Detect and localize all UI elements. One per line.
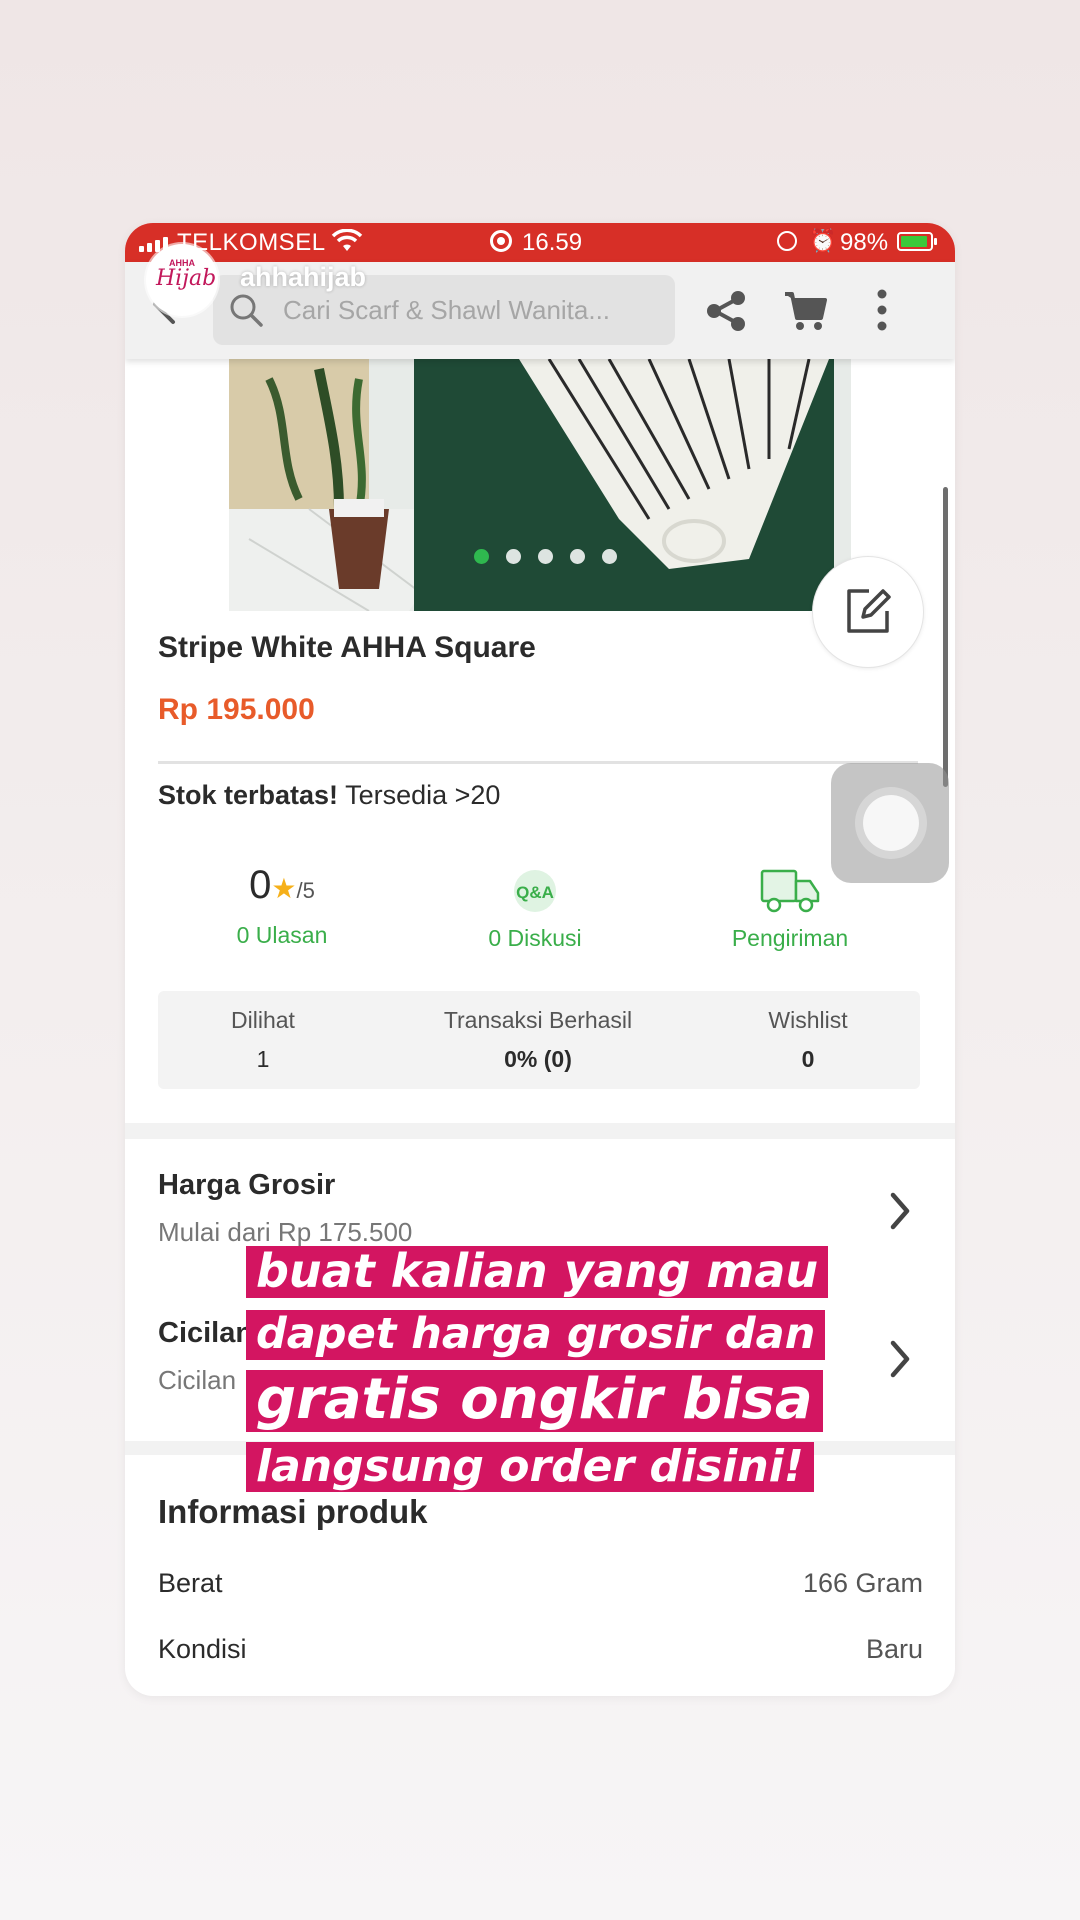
brand-logo: AHHA Hijab xyxy=(156,258,217,291)
reviews-link[interactable]: 0 Ulasan xyxy=(207,922,357,949)
caption-line: dapet harga grosir dan xyxy=(246,1310,826,1360)
story-username[interactable]: ahhahijab xyxy=(240,262,366,293)
rotation-lock-icon xyxy=(777,231,797,251)
search-icon xyxy=(230,294,263,327)
viewed-label: Dilihat xyxy=(231,1007,295,1033)
rating-scale: /5 xyxy=(296,878,315,903)
discussion-summary[interactable]: Q&A 0 Diskusi xyxy=(455,863,615,952)
caption-line: gratis ongkir bisa xyxy=(246,1370,823,1432)
truck-icon xyxy=(760,869,820,913)
info-row-weight: Berat 166 Gram xyxy=(158,1568,923,1599)
caption-line: langsung order disini! xyxy=(246,1442,814,1492)
carousel-dot[interactable] xyxy=(538,549,553,564)
transactions-value: 0% (0) xyxy=(504,1046,572,1072)
carousel-dot[interactable] xyxy=(602,549,617,564)
status-time: 16.59 xyxy=(522,229,583,256)
product-price: Rp 195.000 xyxy=(158,693,315,726)
image-carousel-dots xyxy=(474,549,617,564)
assistive-touch-button[interactable] xyxy=(831,763,949,883)
installment-title: Cicilan xyxy=(158,1317,254,1349)
battery-percent: 98% xyxy=(840,229,889,256)
rating-value: 0 xyxy=(249,863,272,907)
product-info-title: Informasi produk xyxy=(158,1493,428,1530)
viewed-value: 1 xyxy=(256,1046,270,1072)
scrollbar[interactable] xyxy=(943,487,948,787)
alarm-icon: ⏰ xyxy=(809,228,837,253)
screen-record-icon xyxy=(490,230,512,252)
wishlist-value: 0 xyxy=(801,1046,815,1072)
transactions-label: Transaksi Berhasil xyxy=(443,1007,633,1033)
viewed-stat: Dilihat 1 xyxy=(198,1007,328,1073)
section-divider xyxy=(125,1123,955,1139)
cart-icon[interactable] xyxy=(783,288,829,334)
divider xyxy=(158,761,918,764)
installment-subtitle: Cicilan xyxy=(158,1365,237,1395)
wholesale-title: Harga Grosir xyxy=(158,1169,336,1201)
wishlist-label: Wishlist xyxy=(768,1007,848,1033)
edit-icon xyxy=(847,589,891,633)
qa-icon-text: Q&A xyxy=(516,883,554,902)
stock-warning: Stok terbatas! xyxy=(158,780,339,810)
shipping-link[interactable]: Pengiriman xyxy=(705,925,875,952)
wifi-icon xyxy=(330,228,364,260)
carousel-dot[interactable] xyxy=(474,549,489,564)
product-title: Stripe White AHHA Square xyxy=(158,631,536,664)
more-vertical-icon[interactable] xyxy=(870,286,894,334)
carousel-dot[interactable] xyxy=(570,549,585,564)
info-label: Berat xyxy=(158,1568,223,1598)
carousel-dot[interactable] xyxy=(506,549,521,564)
star-icon: ★ xyxy=(271,873,297,904)
rating-summary[interactable]: 0★/5 0 Ulasan xyxy=(207,863,357,949)
edit-button[interactable] xyxy=(812,556,924,668)
info-value: 166 Gram xyxy=(802,1568,923,1598)
share-icon[interactable] xyxy=(703,288,749,334)
product-stats-box: Dilihat 1 Transaksi Berhasil 0% (0) Wish… xyxy=(158,991,920,1089)
story-avatar[interactable]: AHHA Hijab xyxy=(146,244,218,316)
stock-info: Stok terbatas! Tersedia >20 xyxy=(158,780,500,811)
transactions-stat: Transaksi Berhasil 0% (0) xyxy=(408,1007,668,1073)
stock-count: Tersedia >20 xyxy=(345,780,501,810)
battery-icon xyxy=(897,232,937,251)
info-row-condition: Kondisi Baru xyxy=(158,1634,923,1665)
qa-icon: Q&A xyxy=(514,870,556,912)
caption-line: buat kalian yang mau xyxy=(246,1246,829,1298)
info-label: Kondisi xyxy=(158,1634,247,1664)
search-placeholder: Cari Scarf & Shawl Wanita... xyxy=(283,295,611,325)
discussion-link[interactable]: 0 Diskusi xyxy=(455,925,615,952)
chevron-right-icon xyxy=(890,1340,910,1378)
wishlist-stat: Wishlist 0 xyxy=(743,1007,873,1073)
product-image[interactable] xyxy=(229,359,851,611)
chevron-right-icon xyxy=(890,1192,910,1230)
status-bar: TELKOMSEL 16.59 ⏰ 98% xyxy=(125,223,955,262)
info-value: Baru xyxy=(865,1634,923,1664)
